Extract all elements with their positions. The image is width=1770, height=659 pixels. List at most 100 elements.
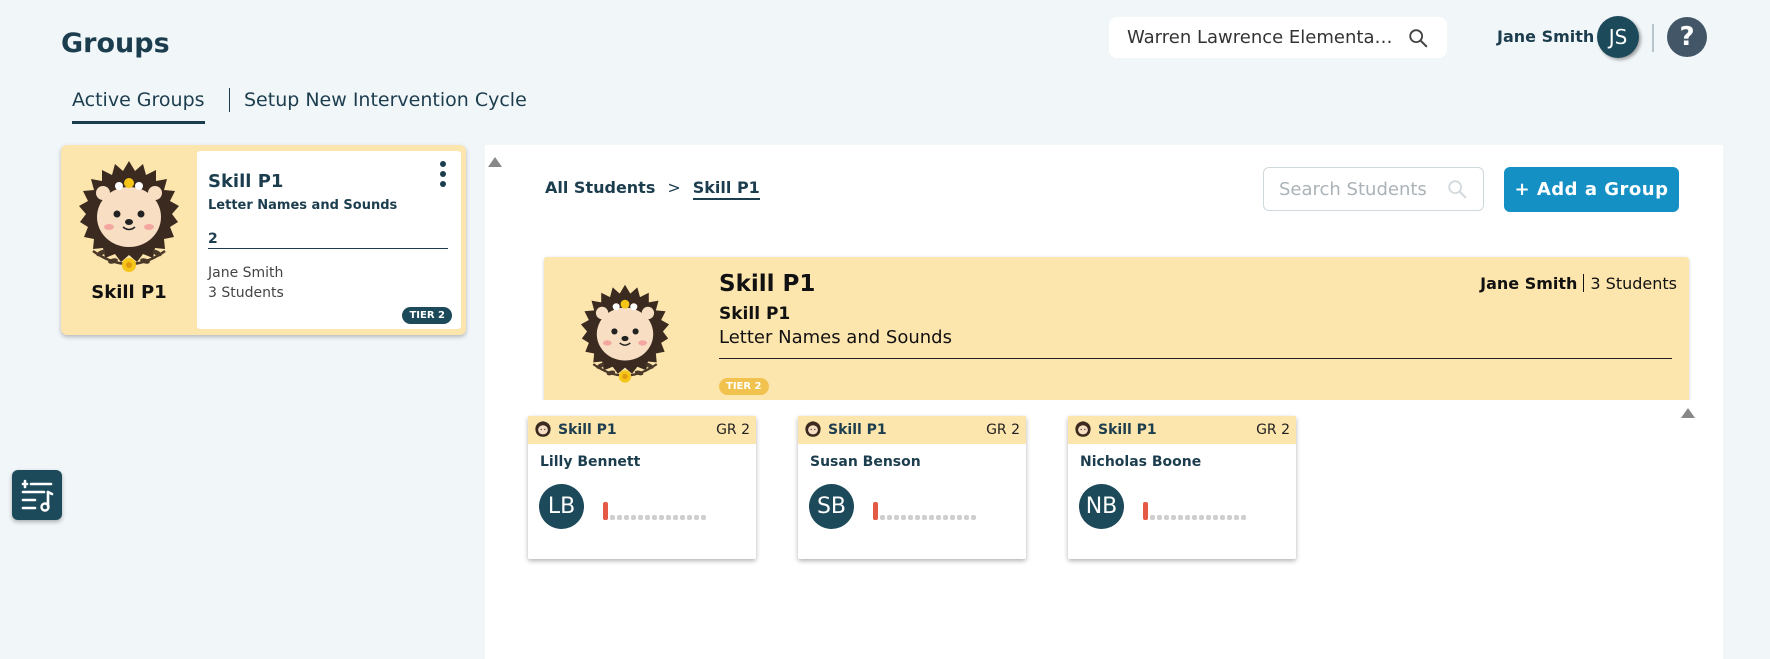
progress-segment [659,515,664,520]
progress-segment [887,515,892,520]
progress-segment [880,515,885,520]
progress-segment [1171,515,1176,520]
detail-teacher: Jane Smith [1480,274,1578,293]
tools-button[interactable] [12,470,62,520]
breadcrumb-current[interactable]: Skill P1 [692,178,760,200]
progress-segment [1164,515,1169,520]
progress-segment [1241,515,1246,520]
hedgehog-icon [79,161,179,272]
tab-setup-intervention[interactable]: Setup New Intervention Cycle [244,89,527,121]
search-input[interactable] [1279,178,1446,200]
scroll-up-arrow[interactable] [488,157,502,167]
progress-segment [638,515,643,520]
progress-segment [908,515,913,520]
user-avatar[interactable]: JS [1597,16,1639,58]
progress-segment [894,515,899,520]
progress-segment [687,515,692,520]
school-selector[interactable]: Warren Lawrence Elementary School [1109,17,1447,58]
progress-segment [950,515,955,520]
student-name: Nicholas Boone [1080,454,1202,470]
student-card-group: Skill P1 [558,422,617,438]
help-button[interactable]: ? [1667,17,1707,57]
detail-meta: Jane Smith 3 Students [1480,274,1677,293]
hedgehog-icon [805,421,821,437]
group-card-title: Skill P1 [208,171,284,192]
student-card[interactable]: Skill P1 GR 2 Susan Benson SB [798,416,1026,559]
avatar: LB [539,484,584,529]
student-card-group: Skill P1 [1098,422,1157,438]
progress-segment [1199,515,1204,520]
group-card[interactable]: Skill P1 Skill P1 Letter Names and Sound… [61,145,466,335]
hedgehog-icon [580,284,670,383]
add-group-button[interactable]: + Add a Group [1504,167,1679,212]
student-card-grade: GR 2 [986,422,1020,438]
student-card-grade: GR 2 [716,422,750,438]
progress-segment [929,515,934,520]
progress-segment [915,515,920,520]
breadcrumb-all-students[interactable]: All Students [545,178,655,197]
student-cards-area: Skill P1 GR 2 Lilly Bennett LB Skill P1 … [508,400,1703,659]
tier-badge: TIER 2 [402,307,452,324]
progress-segment [873,502,878,520]
progress-segment [1227,515,1232,520]
progress-segment [922,515,927,520]
progress-segment [701,515,706,520]
progress-segment [617,515,622,520]
progress-segment [901,515,906,520]
tab-active-groups[interactable]: Active Groups [72,89,205,124]
progress-segment [936,515,941,520]
progress-segment [1178,515,1183,520]
progress-segment [673,515,678,520]
student-name: Lilly Bennett [540,454,641,470]
school-name: Warren Lawrence Elementary School [1127,27,1397,48]
avatar: SB [809,484,854,529]
progress-segment [1234,515,1239,520]
detail-title: Skill P1 [719,271,816,297]
page: Groups Warren Lawrence Elementary School… [0,0,1770,659]
student-card-header: Skill P1 GR 2 [528,416,756,444]
kebab-menu-icon[interactable] [439,161,447,189]
group-card-details: Skill P1 Letter Names and Sounds 2 Jane … [197,151,461,329]
progress-segment [1150,515,1155,520]
progress-segment [971,515,976,520]
header-divider [1652,24,1654,52]
avatar: NB [1079,484,1124,529]
progress-indicator [873,500,978,520]
search-icon [1409,28,1428,47]
progress-segment [1185,515,1190,520]
breadcrumb-separator: > [667,178,681,197]
progress-segment [603,502,608,520]
student-name: Susan Benson [810,454,921,470]
group-card-number: 2 [208,231,448,249]
progress-segment [610,515,615,520]
progress-segment [631,515,636,520]
progress-segment [645,515,650,520]
progress-segment [1192,515,1197,520]
progress-segment [652,515,657,520]
tab-divider [229,88,230,112]
progress-segment [694,515,699,520]
progress-segment [680,515,685,520]
detail-description: Letter Names and Sounds [719,327,952,348]
group-card-student-count: 3 Students [208,285,284,301]
student-card[interactable]: Skill P1 GR 2 Nicholas Boone NB [1068,416,1296,559]
help-icon: ? [1679,22,1695,52]
scroll-up-arrow[interactable] [1681,408,1695,418]
progress-indicator [1143,500,1248,520]
breadcrumb: All Students > Skill P1 [545,178,760,200]
progress-indicator [603,500,708,520]
progress-segment [943,515,948,520]
detail-subtitle: Skill P1 [719,304,791,324]
search-students[interactable] [1263,167,1484,211]
page-title: Groups [61,28,170,59]
student-card[interactable]: Skill P1 GR 2 Lilly Bennett LB [528,416,756,559]
progress-segment [1157,515,1162,520]
progress-segment [957,515,962,520]
progress-segment [1143,502,1148,520]
progress-segment [1206,515,1211,520]
progress-segment [624,515,629,520]
progress-segment [666,515,671,520]
detail-divider [719,358,1672,359]
user-name: Jane Smith [1497,27,1595,46]
search-icon [1448,180,1467,199]
